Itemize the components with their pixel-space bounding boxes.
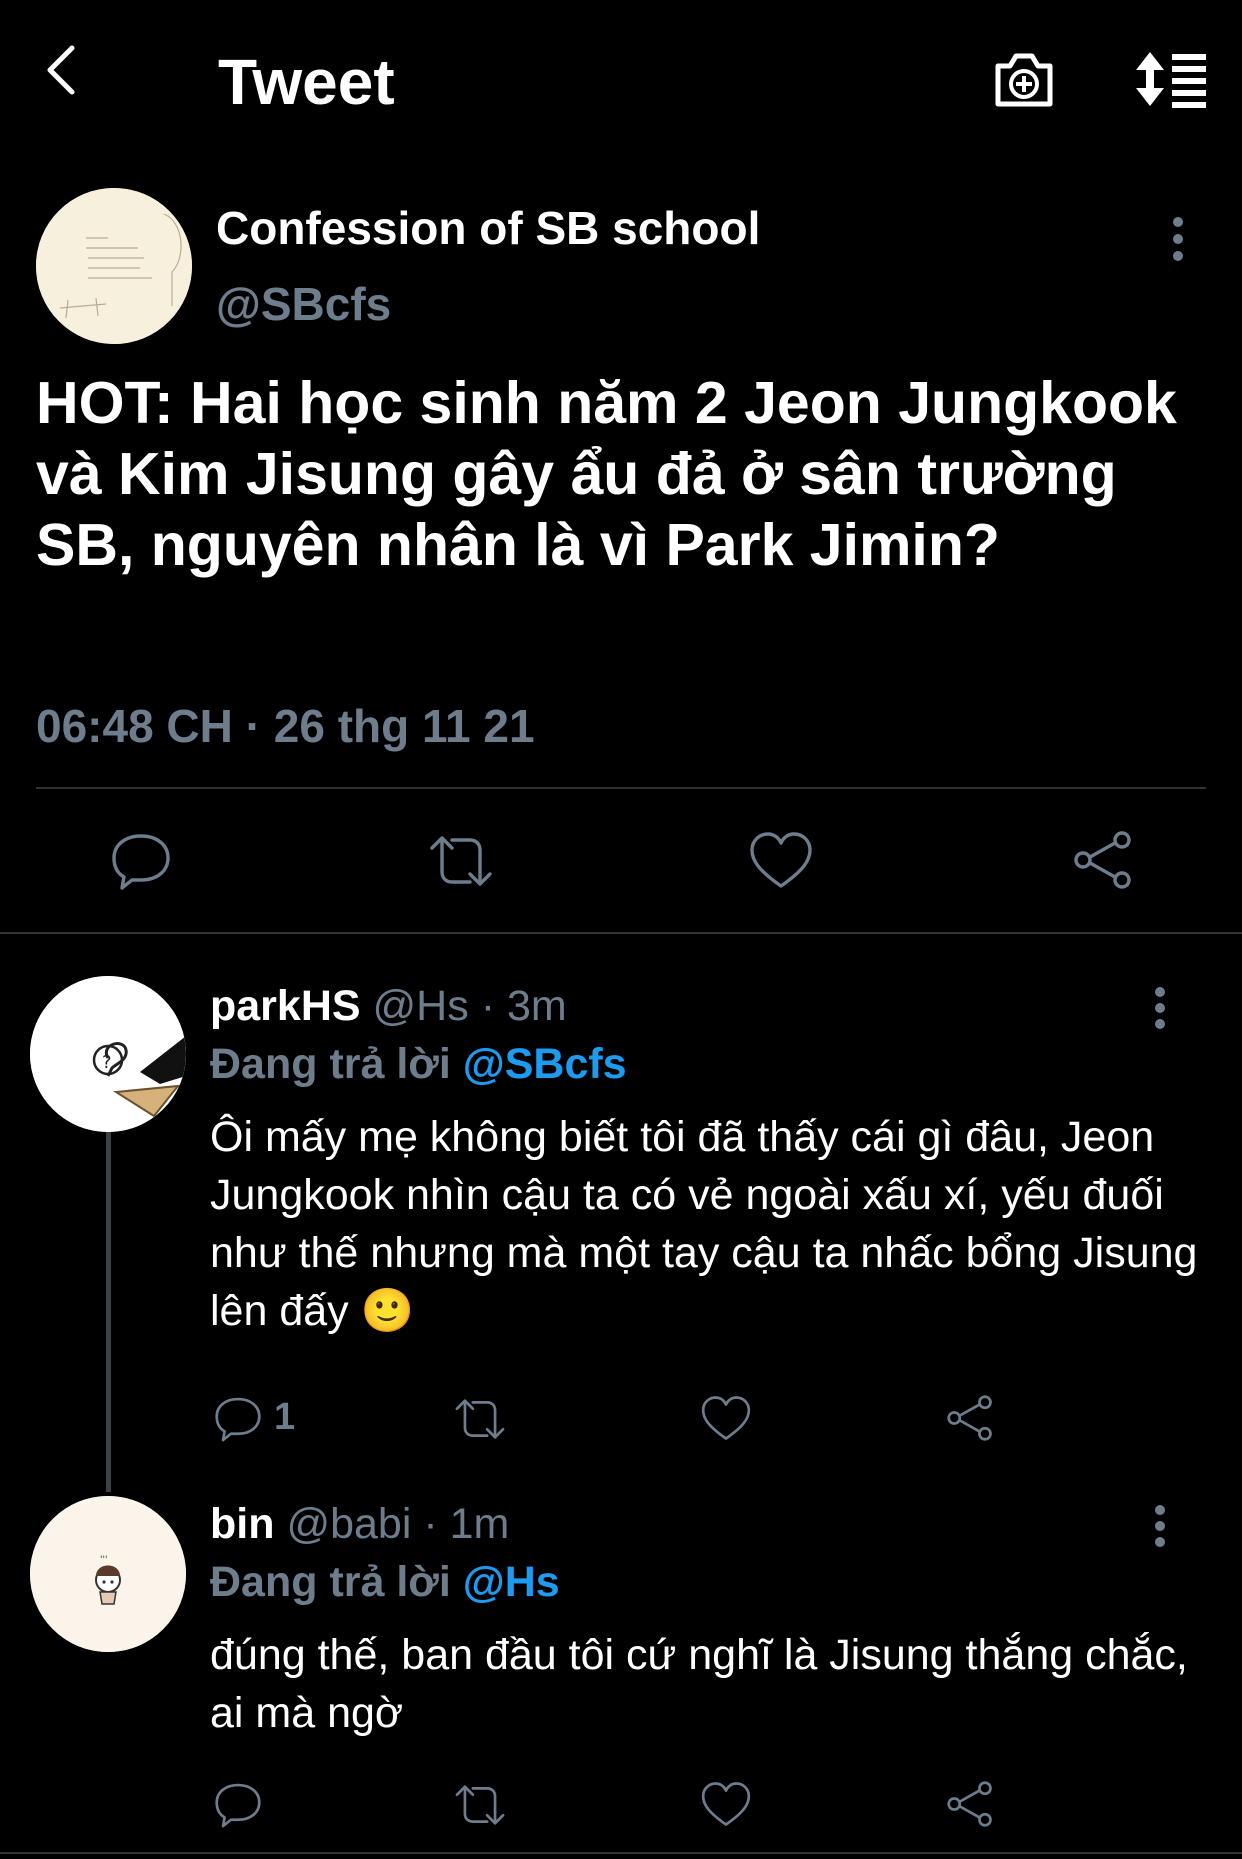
camera-plus-icon [995,53,1053,107]
reply-handle[interactable]: @babi [286,1500,411,1548]
heart-icon [701,1782,751,1826]
replying-to: Đang trả lời @Hs [210,1554,560,1610]
reply-reply-button[interactable]: 1 [212,1392,302,1444]
more-vertical-icon [1173,217,1183,261]
share-icon [947,1781,992,1827]
reply-meta: parkHS @Hs · 3m [210,978,567,1034]
replying-to: Đang trả lời @SBcfs [210,1036,627,1092]
replying-to-prefix: Đang trả lời [210,1558,451,1606]
reply-avatar[interactable]: ? [30,976,186,1132]
reply-reply-button[interactable] [212,1778,302,1830]
more-vertical-icon [1155,987,1165,1029]
reply-time: · 3m [480,982,567,1030]
reply-retweet-button[interactable] [452,1396,508,1442]
author-avatar[interactable] [36,188,192,344]
replying-to-handle[interactable]: @Hs [463,1558,560,1606]
svg-text:?: ? [102,1052,112,1073]
reply-retweet-button[interactable] [452,1782,508,1828]
heart-icon [750,832,812,888]
share-icon [1074,831,1131,889]
notebook-sketch-image [36,188,192,344]
replying-to-handle[interactable]: @SBcfs [463,1040,627,1088]
sort-button[interactable] [1130,50,1210,108]
page-title: Tweet [218,46,395,118]
reply-more-button[interactable] [1146,986,1174,1030]
reply-share-button[interactable] [944,1394,996,1442]
svg-text:''': ''' [100,1555,107,1565]
back-button[interactable] [40,40,90,100]
reply-display-name[interactable]: bin [210,1500,274,1548]
girl-doodle-image: ''' [30,1496,186,1652]
tweet-text: HOT: Hai học sinh năm 2 Jeon Jungkook và… [36,370,1177,578]
divider [0,1852,1242,1854]
like-button[interactable] [748,830,814,890]
retweet-icon [455,1399,505,1439]
reply-button[interactable] [108,830,174,890]
reply-more-button[interactable] [1146,1504,1174,1548]
divider [0,932,1242,934]
reply-time: · 1m [423,1500,510,1548]
share-button[interactable] [1070,830,1136,890]
retweet-icon [430,836,492,886]
replying-to-prefix: Đang trả lời [210,1040,451,1088]
reply-share-button[interactable] [944,1780,996,1828]
divider [36,787,1206,789]
reply-text: Ôi mấy mẹ không biết tôi đã thấy cái gì … [210,1113,1198,1335]
tweet-more-button[interactable] [1164,216,1192,262]
retweet-icon [455,1785,505,1825]
reply-like-button[interactable] [700,1394,752,1442]
retweet-button[interactable] [426,832,496,890]
author-display-name[interactable]: Confession of SB school [216,200,760,256]
reply-text: đúng thế, ban đầu tôi cứ nghĩ là Jisung … [210,1631,1188,1737]
reply-icon [215,1783,261,1828]
heart-icon [701,1396,751,1440]
share-icon [947,1395,992,1441]
more-vertical-icon [1155,1505,1165,1547]
chevron-left-icon [47,45,75,95]
reply-avatar[interactable]: ''' [30,1496,186,1652]
reply-like-button[interactable] [700,1780,752,1828]
reply-icon [215,1397,261,1442]
reply-display-name[interactable]: parkHS [210,982,361,1030]
thread-line [106,1128,111,1492]
reply-handle[interactable]: @Hs [373,982,469,1030]
tweet-timestamp: 06:48 CH · 26 thg 11 21 [36,700,535,752]
reply-count: 1 [274,1396,296,1438]
doodle-character-image: ? [30,976,186,1132]
reply-icon [112,834,170,890]
camera-button[interactable] [992,48,1056,110]
sort-icon [1136,52,1206,108]
author-handle[interactable]: @SBcfs [216,276,391,332]
reply-meta: bin @babi · 1m [210,1496,509,1552]
